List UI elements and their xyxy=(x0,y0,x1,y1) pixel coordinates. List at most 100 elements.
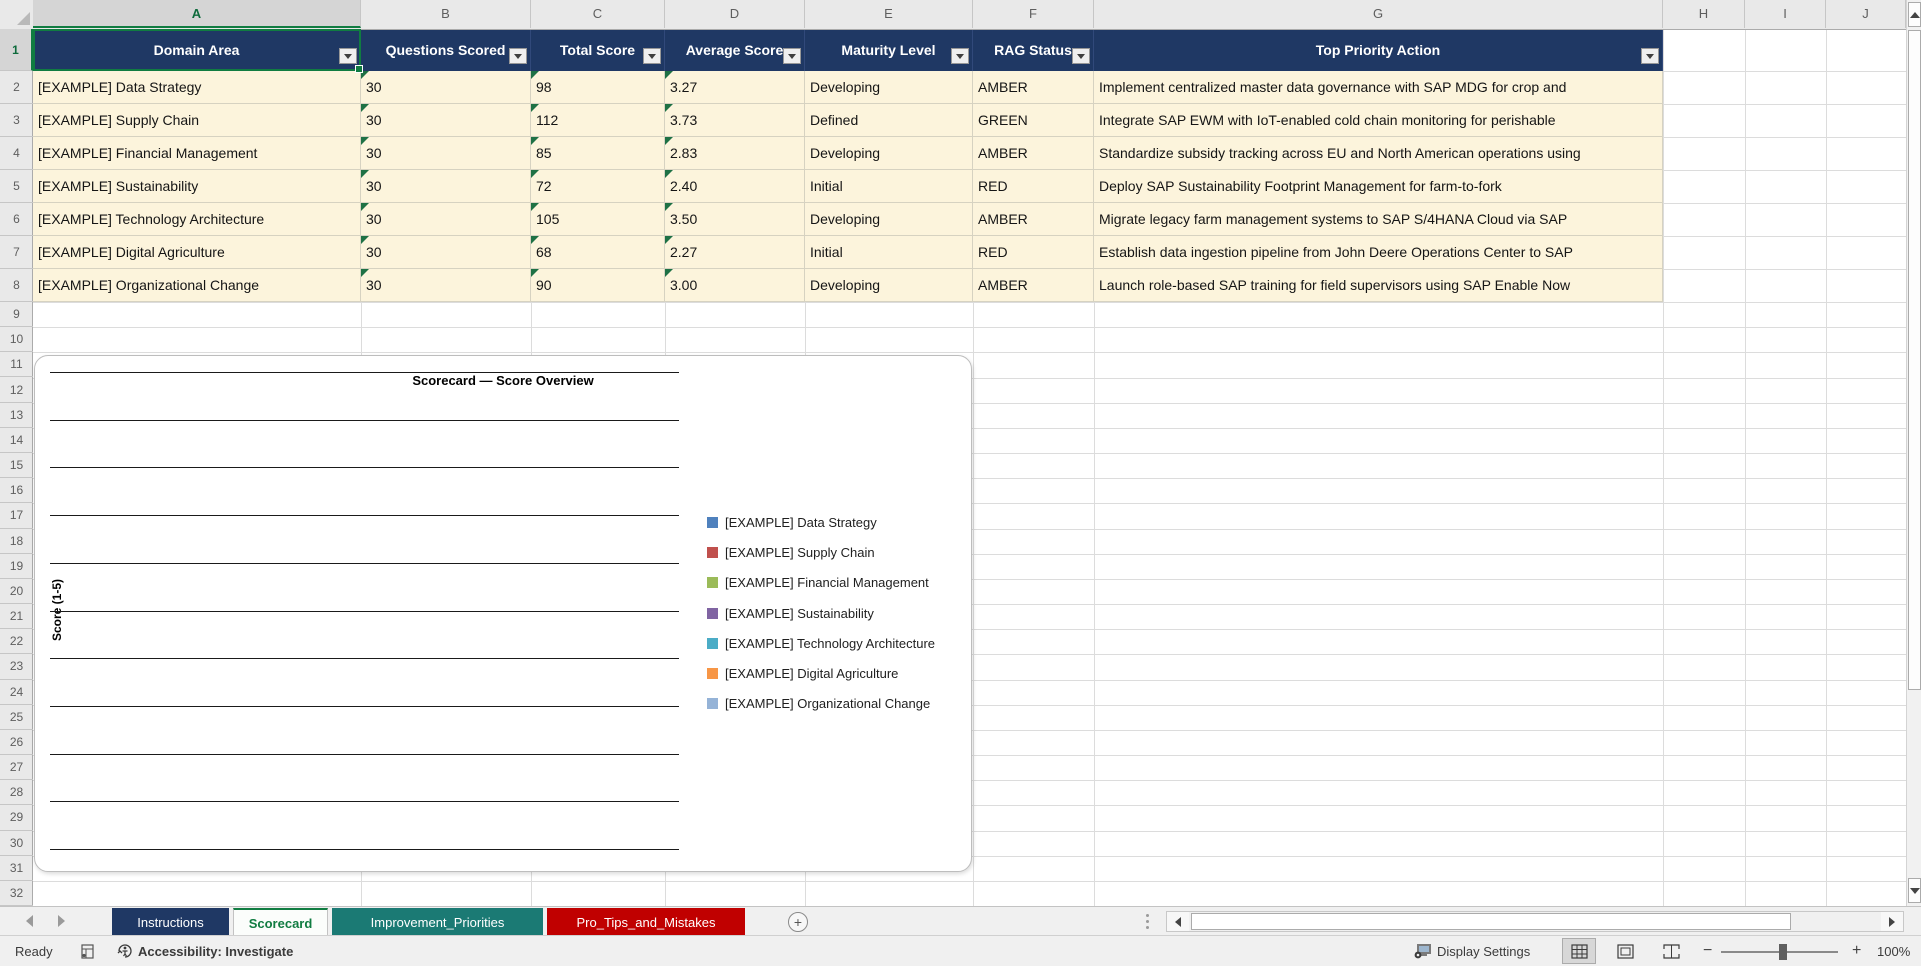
table-cell[interactable]: [EXAMPLE] Data Strategy xyxy=(33,71,361,104)
table-cell[interactable]: 30 xyxy=(361,236,531,269)
table-cell[interactable]: Developing xyxy=(805,269,973,302)
table-cell[interactable]: 85 xyxy=(531,137,665,170)
table-cell[interactable]: Standardize subsidy tracking across EU a… xyxy=(1094,137,1663,170)
table-cell[interactable]: [EXAMPLE] Financial Management xyxy=(33,137,361,170)
table-cell[interactable]: AMBER xyxy=(973,71,1094,104)
row-header-2[interactable]: 2 xyxy=(0,71,33,104)
row-header-9[interactable]: 9 xyxy=(0,302,33,327)
table-cell[interactable]: 30 xyxy=(361,71,531,104)
column-header-J[interactable]: J xyxy=(1826,0,1906,28)
filter-button[interactable] xyxy=(339,48,357,64)
row-header-12[interactable]: 12 xyxy=(0,378,33,403)
header-cell-average-score[interactable]: Average Score xyxy=(665,29,805,71)
header-cell-maturity-level[interactable]: Maturity Level xyxy=(805,29,973,71)
table-cell[interactable]: Deploy SAP Sustainability Footprint Mana… xyxy=(1094,170,1663,203)
column-header-C[interactable]: C xyxy=(531,0,665,28)
table-cell[interactable]: 3.73 xyxy=(665,104,805,137)
row-header-8[interactable]: 8 xyxy=(0,269,33,302)
table-cell[interactable]: AMBER xyxy=(973,137,1094,170)
table-cell[interactable]: 3.27 xyxy=(665,71,805,104)
table-cell[interactable]: Launch role-based SAP training for field… xyxy=(1094,269,1663,302)
table-cell[interactable]: Initial xyxy=(805,170,973,203)
select-all-corner[interactable] xyxy=(0,0,34,28)
row-header-13[interactable]: 13 xyxy=(0,403,33,428)
row-header-26[interactable]: 26 xyxy=(0,730,33,755)
row-header-31[interactable]: 31 xyxy=(0,856,33,881)
horizontal-scrollbar[interactable] xyxy=(1166,911,1904,932)
row-header-5[interactable]: 5 xyxy=(0,170,33,203)
column-header-E[interactable]: E xyxy=(805,0,973,28)
row-header-1[interactable]: 1 xyxy=(0,29,33,71)
table-cell[interactable]: RED xyxy=(973,170,1094,203)
macro-record-icon[interactable] xyxy=(79,936,96,966)
row-header-25[interactable]: 25 xyxy=(0,705,33,730)
vertical-scrollbar[interactable] xyxy=(1906,0,1921,906)
sheet-tab-improvement_priorities[interactable]: Improvement_Priorities xyxy=(332,908,543,936)
table-cell[interactable]: Migrate legacy farm management systems t… xyxy=(1094,203,1663,236)
table-cell[interactable]: Initial xyxy=(805,236,973,269)
row-header-29[interactable]: 29 xyxy=(0,805,33,830)
zoom-slider-thumb[interactable] xyxy=(1779,944,1787,960)
table-cell[interactable]: 68 xyxy=(531,236,665,269)
table-cell[interactable]: 2.40 xyxy=(665,170,805,203)
table-cell[interactable]: Developing xyxy=(805,71,973,104)
table-cell[interactable]: Implement centralized master data govern… xyxy=(1094,71,1663,104)
table-cell[interactable]: Developing xyxy=(805,203,973,236)
vertical-scroll-thumb[interactable] xyxy=(1908,30,1921,690)
page-break-view-button[interactable] xyxy=(1654,938,1688,964)
table-cell[interactable]: 98 xyxy=(531,71,665,104)
filter-button[interactable] xyxy=(1641,48,1659,64)
table-cell[interactable]: 2.27 xyxy=(665,236,805,269)
row-header-3[interactable]: 3 xyxy=(0,104,33,137)
table-cell[interactable]: Defined xyxy=(805,104,973,137)
table-cell[interactable]: 30 xyxy=(361,170,531,203)
accessibility-status[interactable]: Accessibility: Investigate xyxy=(138,936,293,966)
row-header-7[interactable]: 7 xyxy=(0,236,33,269)
row-header-32[interactable]: 32 xyxy=(0,881,33,906)
zoom-level[interactable]: 100% xyxy=(1877,936,1910,966)
table-cell[interactable]: 30 xyxy=(361,203,531,236)
table-cell[interactable]: AMBER xyxy=(973,269,1094,302)
filter-button[interactable] xyxy=(951,48,969,64)
scroll-right-button[interactable] xyxy=(1881,912,1903,931)
table-cell[interactable]: [EXAMPLE] Digital Agriculture xyxy=(33,236,361,269)
column-header-G[interactable]: G xyxy=(1094,0,1663,28)
column-header-D[interactable]: D xyxy=(665,0,805,28)
scroll-down-button[interactable] xyxy=(1908,878,1921,903)
row-header-20[interactable]: 20 xyxy=(0,579,33,604)
scroll-up-button[interactable] xyxy=(1908,2,1921,27)
chart-panel[interactable]: Scorecard — Score Overview Score (1-5) [… xyxy=(34,355,972,872)
table-cell[interactable]: [EXAMPLE] Sustainability xyxy=(33,170,361,203)
row-header-21[interactable]: 21 xyxy=(0,604,33,629)
row-header-18[interactable]: 18 xyxy=(0,529,33,554)
row-header-15[interactable]: 15 xyxy=(0,453,33,478)
table-cell[interactable]: 30 xyxy=(361,137,531,170)
normal-view-button[interactable] xyxy=(1562,938,1596,964)
zoom-in-button[interactable]: + xyxy=(1852,936,1861,966)
column-header-A[interactable]: A xyxy=(33,0,361,28)
row-header-28[interactable]: 28 xyxy=(0,780,33,805)
table-cell[interactable]: 30 xyxy=(361,269,531,302)
column-header-I[interactable]: I xyxy=(1745,0,1826,28)
new-sheet-button[interactable]: + xyxy=(788,912,808,932)
row-header-24[interactable]: 24 xyxy=(0,680,33,705)
zoom-out-button[interactable]: − xyxy=(1703,936,1712,966)
table-cell[interactable]: Establish data ingestion pipeline from J… xyxy=(1094,236,1663,269)
table-cell[interactable]: 30 xyxy=(361,104,531,137)
tab-scroll-left-icon[interactable] xyxy=(26,915,33,927)
table-cell[interactable]: 105 xyxy=(531,203,665,236)
display-settings-button[interactable]: Display Settings xyxy=(1437,936,1530,966)
header-cell-top-priority-action[interactable]: Top Priority Action xyxy=(1094,29,1663,71)
filter-button[interactable] xyxy=(1072,48,1090,64)
row-header-17[interactable]: 17 xyxy=(0,503,33,528)
table-cell[interactable]: 3.50 xyxy=(665,203,805,236)
table-cell[interactable]: [EXAMPLE] Supply Chain xyxy=(33,104,361,137)
header-cell-total-score[interactable]: Total Score xyxy=(531,29,665,71)
table-cell[interactable]: 3.00 xyxy=(665,269,805,302)
table-cell[interactable]: 72 xyxy=(531,170,665,203)
page-layout-view-button[interactable] xyxy=(1608,938,1642,964)
table-cell[interactable]: 90 xyxy=(531,269,665,302)
row-header-14[interactable]: 14 xyxy=(0,428,33,453)
row-header-6[interactable]: 6 xyxy=(0,203,33,236)
table-cell[interactable]: Developing xyxy=(805,137,973,170)
